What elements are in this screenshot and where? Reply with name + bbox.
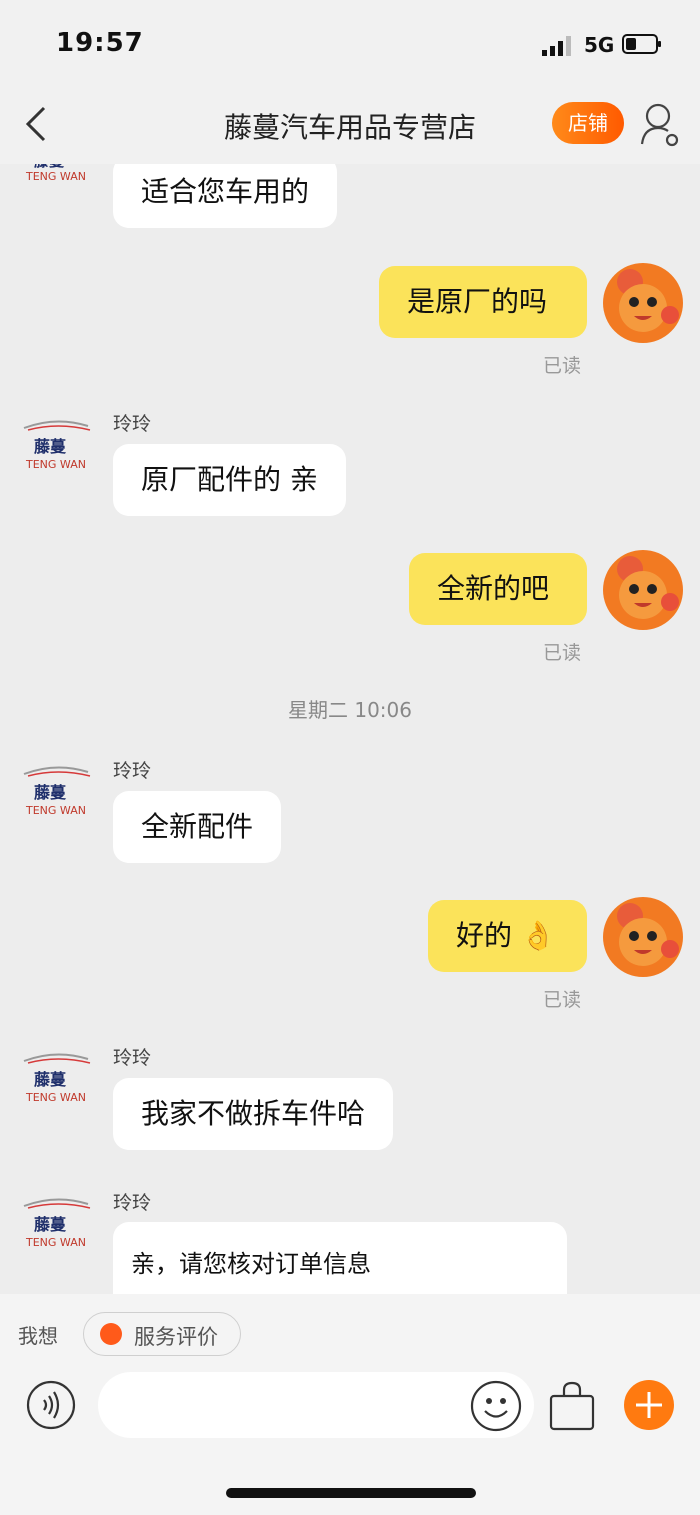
shop-avatar[interactable]: 藤蔓 TENG WAN <box>22 762 92 826</box>
my-avatar[interactable] <box>600 547 686 633</box>
user-settings-icon[interactable] <box>638 100 682 150</box>
battery-icon <box>622 34 661 54</box>
emoji-icon[interactable] <box>470 1380 522 1432</box>
read-status: 已读 <box>543 355 582 377</box>
status-bar: 19:57 5G <box>0 0 700 90</box>
shopping-bag-icon[interactable] <box>548 1380 596 1432</box>
want-label: 我想 <box>18 1324 58 1348</box>
my-avatar[interactable] <box>600 894 686 980</box>
message-timestamp: 星期二 10:06 <box>288 698 412 722</box>
message-bubble[interactable]: 适合您车用的 <box>113 164 338 228</box>
svg-text:藤蔓: 藤蔓 <box>34 783 67 802</box>
svg-text:TENG WAN: TENG WAN <box>25 1091 86 1104</box>
shop-avatar[interactable]: 藤蔓 TENG WAN <box>22 1194 92 1258</box>
my-avatar[interactable] <box>600 260 686 346</box>
sender-name: 玲玲 <box>113 413 152 435</box>
shop-button[interactable]: 店铺 <box>552 102 624 144</box>
review-icon <box>100 1323 122 1345</box>
message-bubble[interactable]: 全新配件 <box>113 791 282 863</box>
status-time: 19:57 <box>56 28 144 58</box>
service-review-chip[interactable]: 服务评价 <box>83 1312 241 1356</box>
network-type: 5G <box>584 33 615 57</box>
chip-label: 服务评价 <box>134 1325 218 1349</box>
svg-text:TENG WAN: TENG WAN <box>25 170 86 183</box>
svg-text:TENG WAN: TENG WAN <box>25 1236 86 1249</box>
chat-area[interactable]: 藤蔓 TENG WAN 适合您车用的 是原厂的吗 已读 藤蔓 TENG WAN … <box>0 164 700 1294</box>
shop-avatar[interactable]: 藤蔓 TENG WAN <box>22 1049 92 1113</box>
order-card[interactable]: 亲，请您核对订单信息 <box>113 1222 567 1294</box>
message-input[interactable] <box>98 1372 534 1438</box>
home-indicator[interactable] <box>226 1488 476 1498</box>
message-bubble-mine[interactable]: 好的 👌 <box>428 900 587 972</box>
read-status: 已读 <box>543 989 582 1011</box>
message-text: 好的 <box>456 919 513 952</box>
nav-bar: 藤蔓汽车用品专营店 店铺 <box>0 90 700 164</box>
svg-text:TENG WAN: TENG WAN <box>25 804 86 817</box>
svg-text:藤蔓: 藤蔓 <box>34 437 67 456</box>
svg-text:TENG WAN: TENG WAN <box>25 458 86 471</box>
bottom-bar: 我想 服务评价 <box>0 1294 700 1515</box>
signal-icon <box>542 36 571 56</box>
voice-icon[interactable] <box>26 1380 76 1430</box>
shop-avatar[interactable]: 藤蔓 TENG WAN <box>22 416 92 480</box>
sender-name: 玲玲 <box>113 1192 152 1214</box>
message-bubble-mine[interactable]: 是原厂的吗 <box>379 266 587 338</box>
shop-avatar[interactable]: 藤蔓 TENG WAN <box>22 164 92 214</box>
message-bubble-mine[interactable]: 全新的吧 <box>409 553 587 625</box>
sender-name: 玲玲 <box>113 760 152 782</box>
ok-hand-emoji: 👌 <box>520 919 556 952</box>
svg-text:藤蔓: 藤蔓 <box>34 1215 67 1234</box>
read-status: 已读 <box>543 642 582 664</box>
sender-name: 玲玲 <box>113 1047 152 1069</box>
message-bubble[interactable]: 我家不做拆车件哈 <box>113 1078 394 1150</box>
message-bubble[interactable]: 原厂配件的 亲 <box>113 444 346 516</box>
order-card-title: 亲，请您核对订单信息 <box>131 1250 371 1278</box>
plus-icon[interactable] <box>624 1380 674 1430</box>
svg-text:藤蔓: 藤蔓 <box>34 1070 67 1089</box>
